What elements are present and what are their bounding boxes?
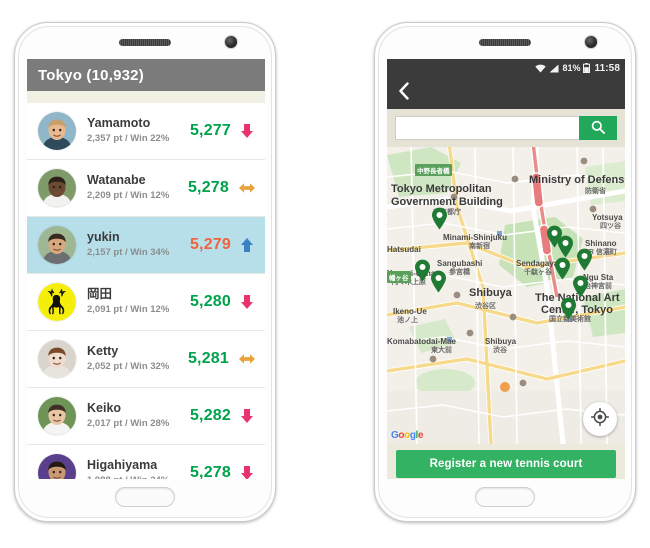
map-base-graphic: [387, 147, 625, 444]
map-station-badge: 中野長者橋: [415, 164, 452, 176]
trend-down-icon: [240, 294, 256, 310]
home-button[interactable]: [115, 487, 175, 507]
phone-right: 81% 11:58 Tokyo Metropolitan Government …: [374, 22, 636, 522]
screenshot-stage: Tokyo (10,932) Yamamoto 2,357 pt / Win 22…: [0, 0, 650, 548]
player-stats: 1,988 pt / Win 24%: [87, 474, 190, 479]
player-info: 岡田 2,091 pt / Win 12%: [76, 287, 190, 317]
avatar: [38, 454, 76, 479]
player-stats: 2,052 pt / Win 32%: [87, 360, 170, 372]
front-camera: [585, 36, 597, 48]
player-info: yukin 2,157 pt / Win 34%: [76, 230, 190, 260]
ranking-row[interactable]: Keiko 2,017 pt / Win 28% 5,282: [27, 388, 265, 445]
battery-percent-label: 81%: [562, 63, 581, 73]
ranking-row[interactable]: 岡田 2,091 pt / Win 12% 5,280: [27, 274, 265, 331]
player-info: Ketty 2,052 pt / Win 32%: [76, 344, 188, 374]
player-score: 5,278: [189, 464, 231, 479]
trend-down-icon: [240, 408, 256, 424]
earpiece-speaker: [479, 39, 531, 46]
player-score: 5,277: [189, 122, 231, 139]
player-score: 5,280: [189, 293, 231, 310]
player-name: Keiko: [87, 401, 122, 416]
player-score: 5,278: [187, 179, 229, 196]
player-stats: 2,157 pt / Win 34%: [87, 246, 170, 258]
left-screen: Tokyo (10,932) Yamamoto 2,357 pt / Win 22…: [27, 59, 265, 479]
ranking-row[interactable]: Higahiyama1,988 pt / Win 24%5,278: [27, 445, 265, 479]
player-info: Higahiyama1,988 pt / Win 24%: [76, 458, 190, 479]
map-pin-marker[interactable]: [572, 275, 589, 298]
map-view[interactable]: Tokyo Metropolitan Government Building 東京…: [387, 147, 625, 444]
map-station-badge: 幡ヶ谷: [387, 271, 411, 283]
player-score: 5,281: [187, 350, 229, 367]
phone-left: Tokyo (10,932) Yamamoto 2,357 pt / Win 22…: [14, 22, 276, 522]
player-name: yukin: [87, 230, 120, 245]
ranking-header: Tokyo (10,932): [27, 59, 265, 91]
search-button[interactable]: [579, 116, 617, 140]
avatar: [38, 169, 76, 207]
search-input[interactable]: [395, 116, 579, 140]
app-bar: [387, 77, 625, 109]
ranking-row[interactable]: Watanabe 2,209 pt / Win 12% 5,278: [27, 160, 265, 217]
player-name: Ketty: [87, 344, 119, 359]
ranking-row[interactable]: Ketty 2,052 pt / Win 32% 5,281: [27, 331, 265, 388]
ranking-row[interactable]: Yamamoto 2,357 pt / Win 22% 5,277: [27, 103, 265, 160]
chevron-left-icon[interactable]: [398, 81, 409, 105]
player-score: 5,282: [189, 407, 231, 424]
cta-bar: Register a new tennis court: [387, 444, 625, 479]
avatar: [38, 397, 76, 435]
avatar: [38, 226, 76, 264]
player-name: Higahiyama: [87, 458, 158, 473]
battery-icon: [583, 63, 591, 73]
map-pin-marker[interactable]: [576, 248, 593, 271]
trend-flat-icon: [238, 182, 256, 194]
player-name: 岡田: [87, 287, 113, 302]
player-name: Watanabe: [87, 173, 146, 188]
map-pin-marker[interactable]: [414, 259, 431, 282]
signal-icon: [549, 64, 559, 73]
map-pin-marker[interactable]: [431, 207, 448, 230]
ranking-row[interactable]: yukin 2,157 pt / Win 34% 5,279: [27, 217, 265, 274]
trend-down-icon: [240, 465, 256, 479]
wifi-icon: [535, 64, 547, 73]
player-name: Yamamoto: [87, 116, 151, 131]
map-pin-marker[interactable]: [560, 297, 577, 320]
avatar: [38, 283, 76, 321]
register-court-button[interactable]: Register a new tennis court: [396, 450, 616, 478]
avatar: [38, 340, 76, 378]
avatar: [38, 112, 76, 150]
ranking-list[interactable]: Yamamoto 2,357 pt / Win 22% 5,277 Watanabe 2…: [27, 103, 265, 479]
my-location-button[interactable]: [583, 402, 617, 436]
right-screen: 81% 11:58 Tokyo Metropolitan Government …: [387, 59, 625, 479]
google-logo: Google: [391, 430, 424, 441]
player-stats: 2,091 pt / Win 12%: [87, 303, 170, 315]
header-spacer: [27, 91, 265, 103]
page-title: Tokyo (10,932): [38, 66, 144, 84]
search-bar: [387, 109, 625, 147]
player-info: Keiko 2,017 pt / Win 28%: [76, 401, 190, 431]
player-info: Watanabe 2,209 pt / Win 12%: [76, 173, 188, 203]
trend-down-icon: [240, 123, 256, 139]
front-camera: [225, 36, 237, 48]
my-location-icon: [590, 407, 610, 431]
status-bar: 81% 11:58: [387, 59, 625, 77]
earpiece-speaker: [119, 39, 171, 46]
trend-up-icon: [240, 237, 256, 253]
player-stats: 2,209 pt / Win 12%: [87, 189, 170, 201]
home-button[interactable]: [475, 487, 535, 507]
player-stats: 2,357 pt / Win 22%: [87, 132, 170, 144]
player-info: Yamamoto 2,357 pt / Win 22%: [76, 116, 190, 146]
map-pin-marker[interactable]: [557, 235, 574, 258]
clock-label: 11:58: [594, 62, 620, 74]
map-pin-marker[interactable]: [430, 270, 447, 293]
player-score: 5,279: [189, 236, 231, 253]
trend-flat-icon: [238, 353, 256, 365]
map-pin-marker[interactable]: [554, 257, 571, 280]
player-stats: 2,017 pt / Win 28%: [87, 417, 170, 429]
search-icon: [591, 120, 605, 137]
